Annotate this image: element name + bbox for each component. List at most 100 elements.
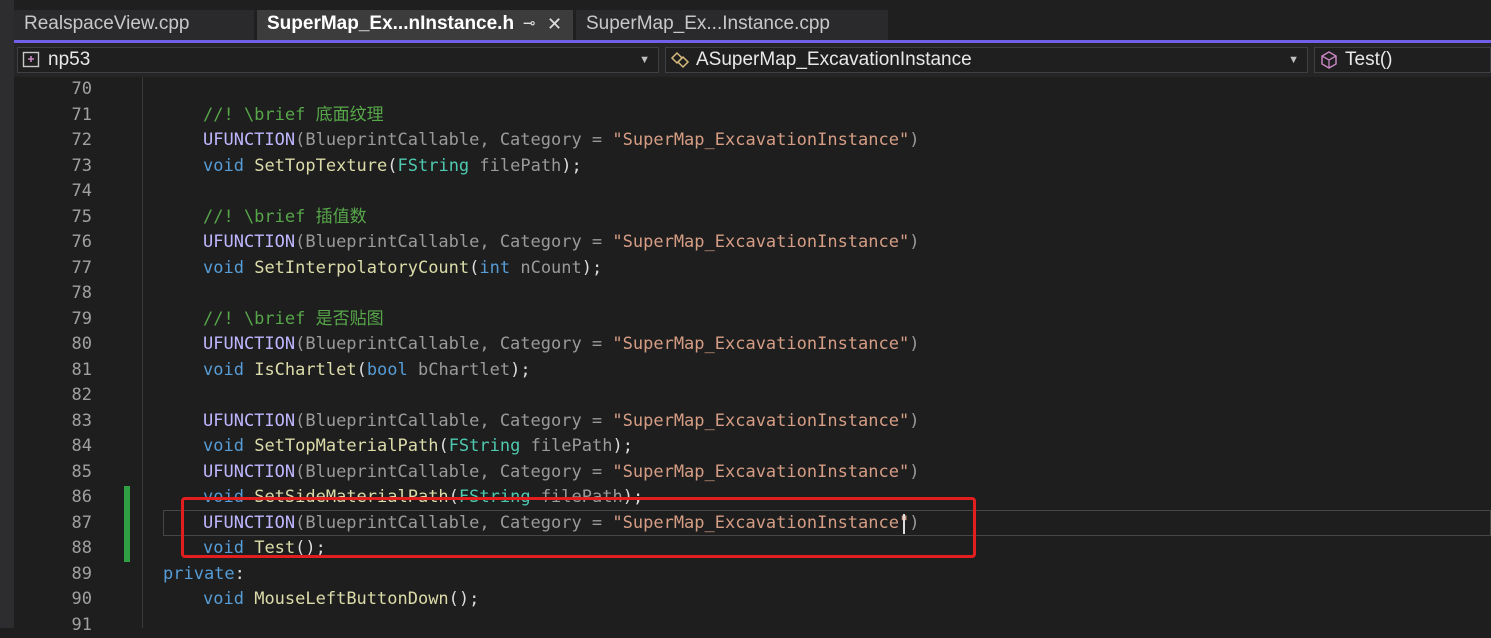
line-number: 79 (40, 307, 92, 333)
code-token: "SuperMap_ExcavationInstance" (612, 411, 909, 431)
code-text: //! \brief 底面纹理 (203, 103, 384, 129)
code-line[interactable]: 76 UFUNCTION(BlueprintCallable, Category … (0, 230, 1491, 256)
code-token: "SuperMap_ExcavationInstance" (612, 130, 909, 150)
code-line[interactable]: 75 //! \brief 插值数 (0, 205, 1491, 231)
code-token: "SuperMap_ExcavationInstance" (612, 232, 909, 252)
code-token (244, 589, 254, 609)
close-icon[interactable]: ✕ (547, 10, 562, 38)
code-line[interactable]: 71 //! \brief 底面纹理 (0, 103, 1491, 129)
code-token: (); (449, 589, 480, 609)
code-token: ( (469, 258, 479, 278)
line-number: 73 (40, 154, 92, 180)
class-name: ASuperMap_ExcavationInstance (696, 49, 972, 70)
code-token: void (203, 258, 244, 278)
code-line[interactable]: 83UFUNCTION(BlueprintCallable, Category … (0, 409, 1491, 435)
tab-label: SuperMap_Ex...Instance.cpp (586, 13, 830, 34)
line-number: 84 (40, 434, 92, 460)
code-line[interactable]: 77void SetInterpolatoryCount(int nCount)… (0, 256, 1491, 282)
class-dropdown[interactable]: ASuperMap_ExcavationInstance ▼ (665, 47, 1308, 73)
code-line[interactable]: 72 UFUNCTION(BlueprintCallable, Category … (0, 128, 1491, 154)
tab-realspaceview-cpp[interactable]: RealspaceView.cpp (14, 10, 254, 40)
code-token: : (235, 564, 245, 584)
code-text: void IsChartlet(bool bChartlet); (203, 358, 531, 384)
code-text: void SetInterpolatoryCount(int nCount); (203, 256, 602, 282)
tab-label: RealspaceView.cpp (24, 13, 189, 34)
code-token: SetInterpolatoryCount (254, 258, 469, 278)
class-icon (670, 51, 690, 69)
code-token: ) (909, 462, 919, 482)
line-number: 82 (40, 383, 92, 409)
code-text: //! \brief 是否贴图 (203, 307, 384, 333)
code-token: //! \brief 插值数 (203, 207, 367, 227)
line-number: 71 (40, 103, 92, 129)
annotation-highlight-box (181, 497, 976, 558)
code-token: IsChartlet (254, 360, 356, 380)
code-token (244, 360, 254, 380)
code-text: UFUNCTION(BlueprintCallable, Category = … (203, 128, 919, 154)
code-line[interactable]: 79 //! \brief 是否贴图 (0, 307, 1491, 333)
tab-supermap-excavationinstance-cpp[interactable]: SuperMap_Ex...Instance.cpp (576, 10, 888, 40)
code-line[interactable]: 82 (0, 383, 1491, 409)
code-text: private: (163, 562, 245, 588)
code-text: //! \brief 插值数 (203, 205, 367, 231)
code-token: private (163, 564, 235, 584)
line-number: 75 (40, 205, 92, 231)
code-token: MouseLeftButtonDown (254, 589, 448, 609)
line-number: 78 (40, 281, 92, 307)
code-token (244, 156, 254, 176)
code-text: void SetTopMaterialPath(FString filePath… (203, 434, 633, 460)
tab-supermap-excavationinstance-h[interactable]: SuperMap_Ex...nInstance.h ⊸ ✕ (257, 10, 573, 40)
code-token: ); (582, 258, 602, 278)
line-number: 91 (40, 613, 92, 638)
code-token: nCount (510, 258, 582, 278)
code-token: //! \brief 是否贴图 (203, 309, 384, 329)
code-line[interactable]: 85UFUNCTION(BlueprintCallable, Category … (0, 460, 1491, 486)
code-token: //! \brief 底面纹理 (203, 105, 384, 125)
chevron-down-icon: ▼ (639, 48, 650, 72)
code-token: ); (510, 360, 530, 380)
member-dropdown[interactable]: Test() (1314, 47, 1491, 73)
line-number: 86 (40, 485, 92, 511)
code-token: filePath (469, 156, 561, 176)
code-line[interactable]: 89private: (0, 562, 1491, 588)
line-number: 70 (40, 77, 92, 103)
code-line[interactable]: 74 (0, 179, 1491, 205)
pin-icon[interactable]: ⊸ (523, 10, 536, 38)
code-token: "SuperMap_ExcavationInstance" (612, 334, 909, 354)
code-token: (BlueprintCallable, Category = (295, 334, 612, 354)
project-dropdown[interactable]: np53 ▼ (17, 47, 659, 73)
code-line[interactable]: 91 (0, 613, 1491, 638)
code-line[interactable]: 84 void SetTopMaterialPath(FString filePa… (0, 434, 1491, 460)
line-number: 72 (40, 128, 92, 154)
code-line[interactable]: 73void SetTopTexture(FString filePath); (0, 154, 1491, 180)
line-number: 81 (40, 358, 92, 384)
code-text: void MouseLeftButtonDown(); (203, 587, 479, 613)
line-number: 76 (40, 230, 92, 256)
code-token: ( (387, 156, 397, 176)
code-line[interactable]: 70 (0, 77, 1491, 103)
code-line[interactable]: 78 (0, 281, 1491, 307)
navigation-bar: np53 ▼ ASuperMap_ExcavationInstance ▼ Te… (14, 43, 1491, 77)
code-token: (BlueprintCallable, Category = (295, 411, 612, 431)
code-token (244, 258, 254, 278)
line-number: 74 (40, 179, 92, 205)
code-token (244, 436, 254, 456)
code-token: int (479, 258, 510, 278)
code-token: bool (367, 360, 408, 380)
code-line[interactable]: 90void MouseLeftButtonDown(); (0, 587, 1491, 613)
code-text: UFUNCTION(BlueprintCallable, Category = … (203, 230, 919, 256)
code-line[interactable]: 80UFUNCTION(BlueprintCallable, Category … (0, 332, 1491, 358)
code-token: ( (357, 360, 367, 380)
line-number: 80 (40, 332, 92, 358)
code-token: SetTopTexture (254, 156, 387, 176)
code-token: void (203, 360, 244, 380)
code-text: UFUNCTION(BlueprintCallable, Category = … (203, 460, 919, 486)
code-line[interactable]: 81 void IsChartlet(bool bChartlet); (0, 358, 1491, 384)
code-token: void (203, 156, 244, 176)
code-token: filePath (520, 436, 612, 456)
method-icon (1319, 51, 1339, 69)
code-token: ); (612, 436, 632, 456)
code-token: ( (438, 436, 448, 456)
code-token: (BlueprintCallable, Category = (295, 462, 612, 482)
project-icon (22, 51, 42, 69)
